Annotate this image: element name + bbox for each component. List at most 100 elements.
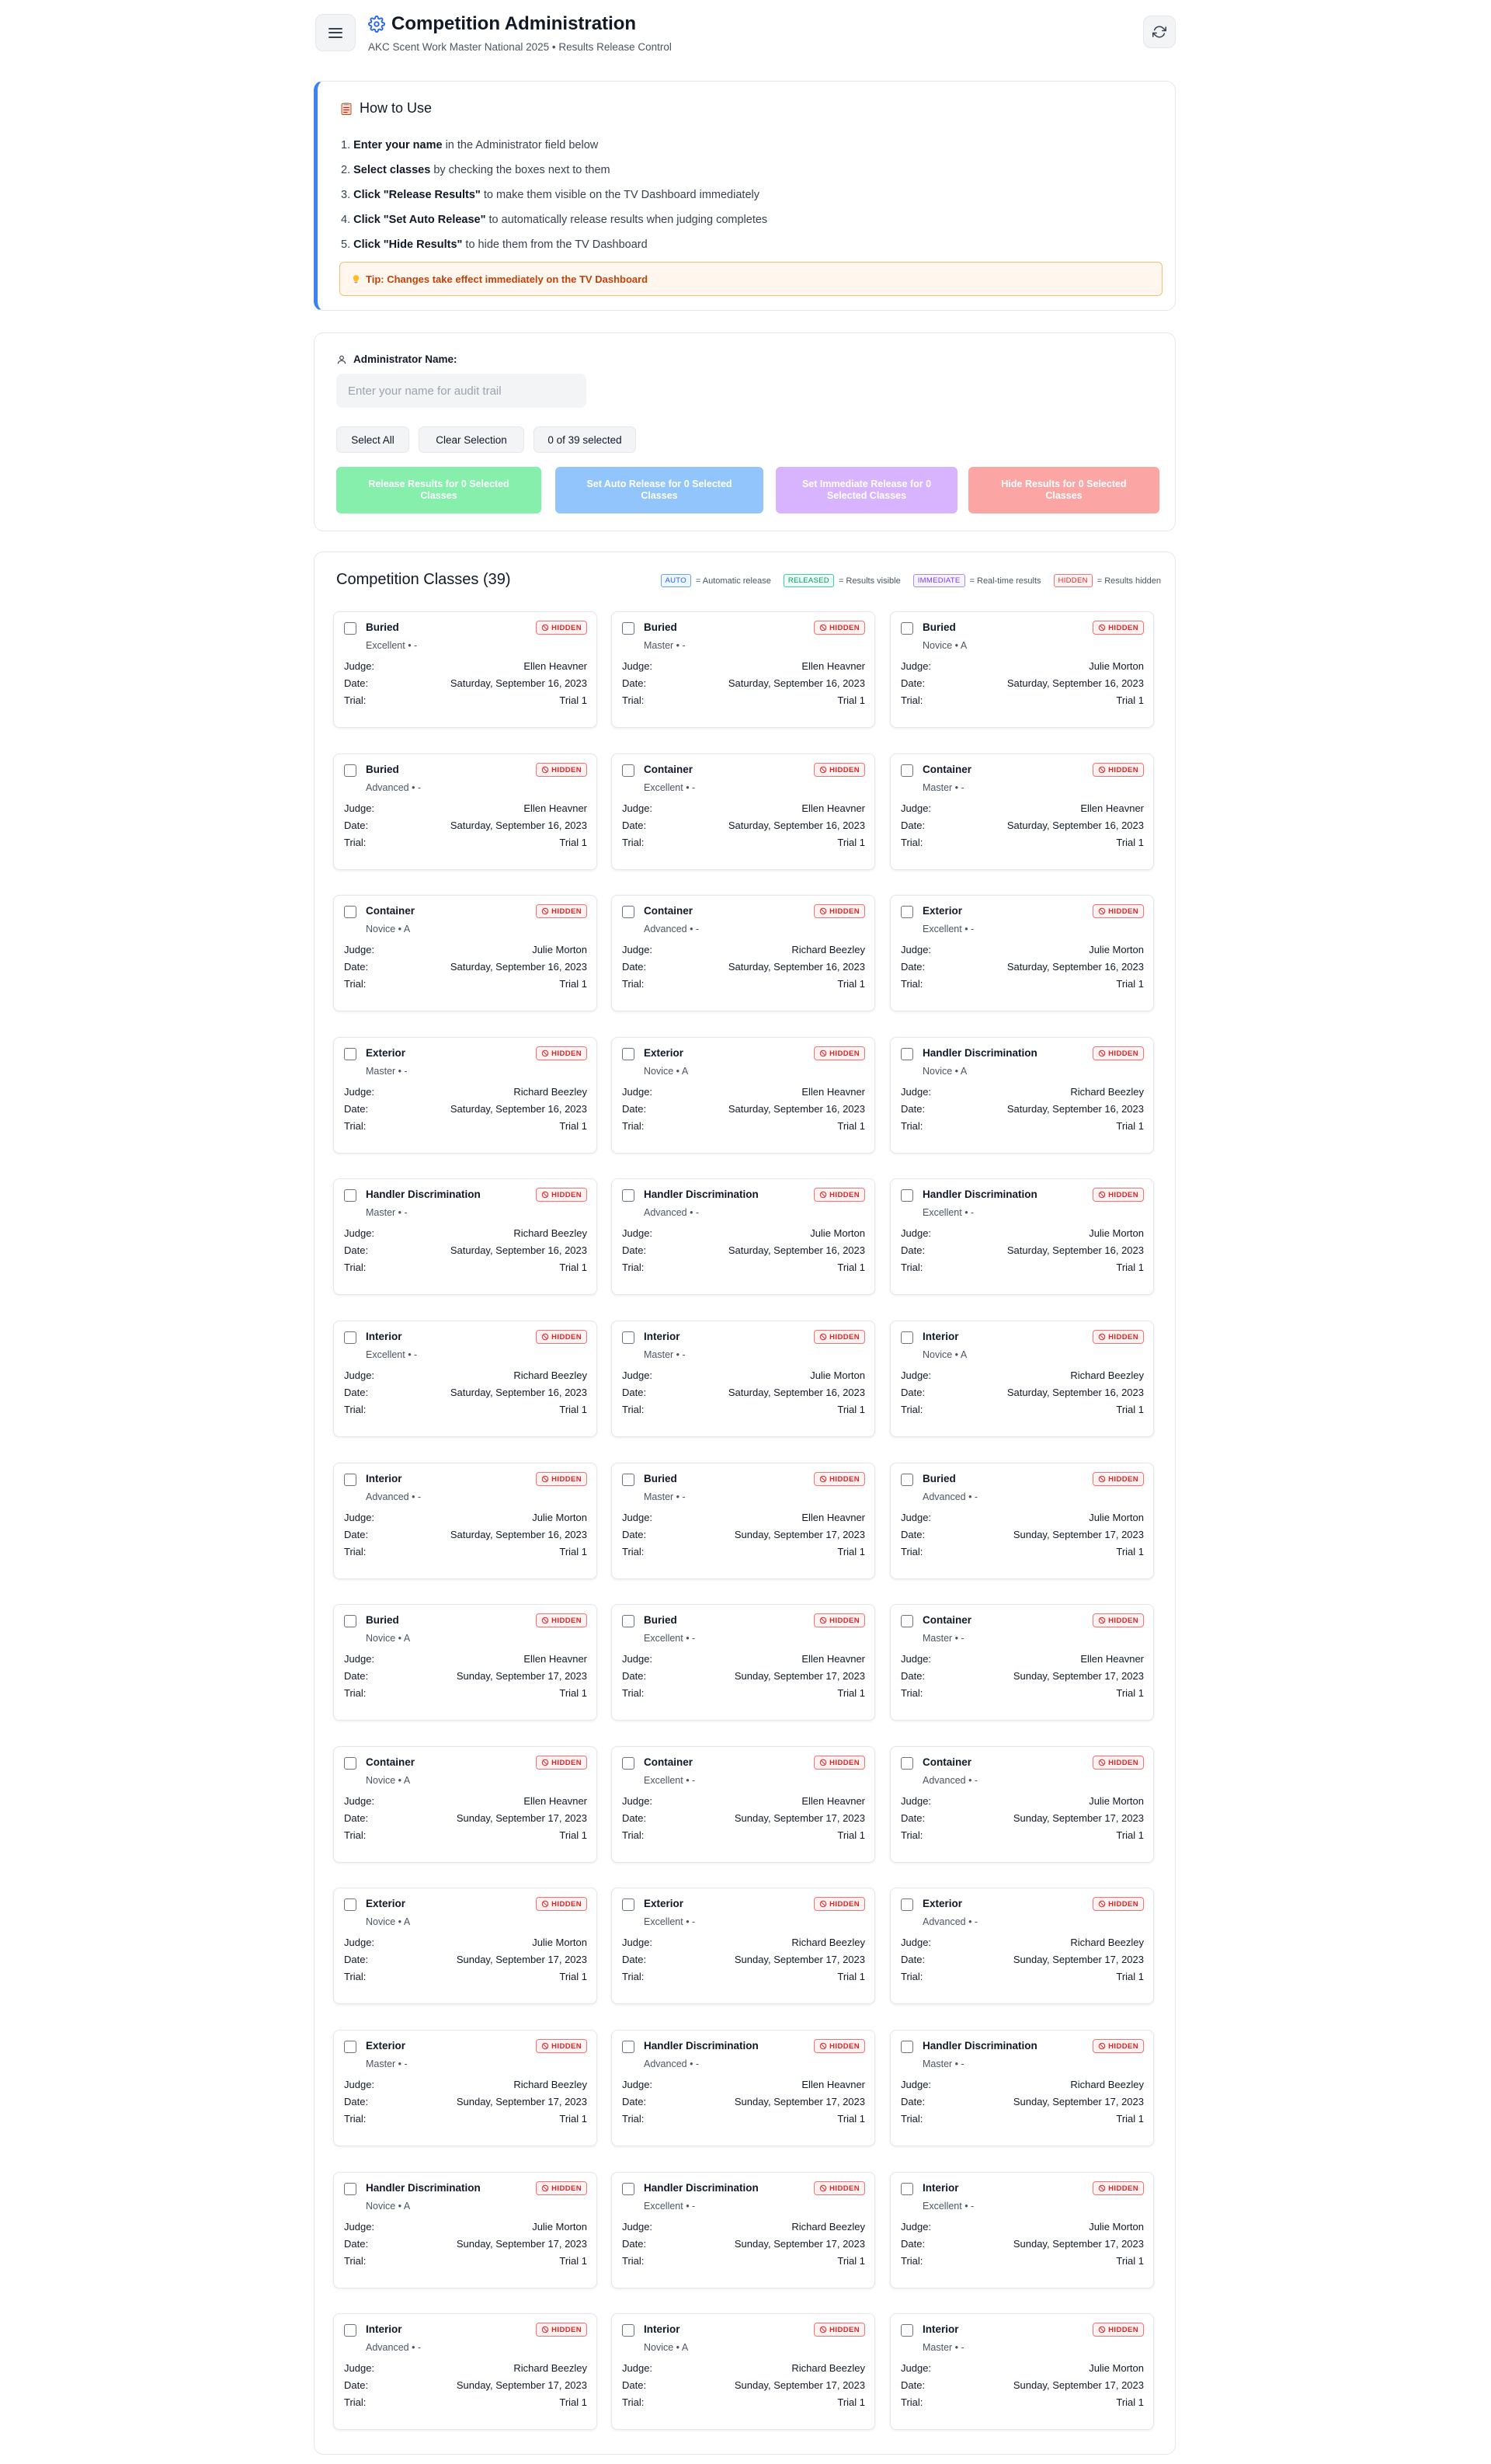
class-level: Excellent • - <box>923 2201 975 2212</box>
class-card[interactable]: Interior Master • - HIDDEN Judge: Julie Mort… <box>611 1321 875 1437</box>
class-card[interactable]: Container Master • - HIDDEN Judge: Ellen Hea… <box>890 753 1154 870</box>
class-card[interactable]: Interior Novice • A HIDDEN Judge: Richard Be… <box>611 2313 875 2430</box>
hide-results-button[interactable]: Hide Results for 0 Selected Classes <box>968 467 1159 513</box>
admin-name-input[interactable] <box>336 374 586 408</box>
class-checkbox[interactable] <box>622 1331 634 1344</box>
menu-button[interactable] <box>315 14 356 51</box>
class-checkbox[interactable] <box>344 1757 356 1770</box>
class-card[interactable]: Exterior Master • - HIDDEN Judge: Richard Be… <box>333 1037 597 1154</box>
class-card[interactable]: Exterior Master • - HIDDEN Judge: Richard Be… <box>333 2030 597 2146</box>
class-checkbox[interactable] <box>901 1474 913 1486</box>
class-card[interactable]: Container Master • - HIDDEN Judge: Ellen Hea… <box>890 1604 1154 1721</box>
class-checkbox[interactable] <box>901 1331 913 1344</box>
refresh-button[interactable] <box>1143 16 1176 48</box>
class-card[interactable]: Buried Novice • A HIDDEN Judge: Julie Morton… <box>890 611 1154 728</box>
class-checkbox[interactable] <box>901 2183 913 2195</box>
class-checkbox[interactable] <box>901 1048 913 1060</box>
class-level: Master • - <box>366 1207 408 1218</box>
class-checkbox[interactable] <box>344 2041 356 2053</box>
class-card[interactable]: Interior Master • - HIDDEN Judge: Julie Mort… <box>890 2313 1154 2430</box>
class-card[interactable]: Interior Novice • A HIDDEN Judge: Richard Be… <box>890 1321 1154 1437</box>
class-checkbox[interactable] <box>622 1898 634 1911</box>
status-text: HIDDEN <box>1108 1758 1138 1767</box>
class-card[interactable]: Container Advanced • - HIDDEN Judge: Julie M… <box>890 1746 1154 1863</box>
class-checkbox[interactable] <box>901 1898 913 1911</box>
class-card[interactable]: Buried Excellent • - HIDDEN Judge: Ellen Hea… <box>333 611 597 728</box>
class-checkbox[interactable] <box>622 1189 634 1202</box>
class-checkbox[interactable] <box>344 1474 356 1486</box>
clear-selection-button[interactable]: Clear Selection <box>419 426 524 453</box>
set-auto-release-button[interactable]: Set Auto Release for 0 Selected Classes <box>555 467 763 513</box>
class-checkbox[interactable] <box>901 1189 913 1202</box>
class-card[interactable]: Exterior Advanced • - HIDDEN Judge: Richard … <box>890 1888 1154 2004</box>
date-row: Date: Saturday, September 16, 2023 <box>344 961 587 976</box>
class-checkbox[interactable] <box>622 2183 634 2195</box>
class-checkbox[interactable] <box>901 622 913 635</box>
class-checkbox[interactable] <box>344 1048 356 1060</box>
trial-row: Trial: Trial 1 <box>622 2255 865 2271</box>
release-results-button[interactable]: Release Results for 0 Selected Classes <box>336 467 541 513</box>
class-checkbox[interactable] <box>622 1757 634 1770</box>
class-card[interactable]: Handler Discrimination Novice • A HIDDEN Ju… <box>890 1037 1154 1154</box>
class-card[interactable]: Buried Excellent • - HIDDEN Judge: Ellen Hea… <box>611 1604 875 1721</box>
class-card[interactable]: Exterior Novice • A HIDDEN Judge: Julie Mort… <box>333 1888 597 2004</box>
class-checkbox[interactable] <box>622 622 634 635</box>
class-checkbox[interactable] <box>344 764 356 777</box>
set-immediate-release-button[interactable]: Set Immediate Release for 0 Selected Cla… <box>776 467 958 513</box>
class-checkbox[interactable] <box>901 2041 913 2053</box>
class-checkbox[interactable] <box>901 1757 913 1770</box>
class-card[interactable]: Handler Discrimination Excellent • - HIDDE… <box>611 2172 875 2288</box>
status-text: HIDDEN <box>1108 1049 1138 1058</box>
eye-off-icon <box>1098 1617 1106 1624</box>
class-card[interactable]: Container Novice • A HIDDEN Judge: Ellen Hea… <box>333 1746 597 1863</box>
select-all-button[interactable]: Select All <box>336 426 409 453</box>
class-checkbox[interactable] <box>622 1615 634 1627</box>
class-card[interactable]: Buried Master • - HIDDEN Judge: Ellen Heavne… <box>611 1463 875 1579</box>
class-checkbox[interactable] <box>344 2183 356 2195</box>
class-name: Exterior <box>366 1898 406 1909</box>
class-card[interactable]: Buried Advanced • - HIDDEN Judge: Ellen Heav… <box>333 753 597 870</box>
class-card[interactable]: Handler Discrimination Advanced • - HIDDEN… <box>611 2030 875 2146</box>
date-row: Date: Saturday, September 16, 2023 <box>901 677 1144 693</box>
date-row: Date: Sunday, September 17, 2023 <box>901 2238 1144 2253</box>
class-checkbox[interactable] <box>344 906 356 918</box>
class-checkbox[interactable] <box>344 1898 356 1911</box>
class-card[interactable]: Handler Discrimination Advanced • - HIDDEN… <box>611 1178 875 1295</box>
class-card[interactable]: Exterior Excellent • - HIDDEN Judge: Richard… <box>611 1888 875 2004</box>
class-card[interactable]: Interior Advanced • - HIDDEN Judge: Richard … <box>333 2313 597 2430</box>
class-card[interactable]: Container Novice • A HIDDEN Judge: Julie Mor… <box>333 895 597 1011</box>
class-card[interactable]: Buried Master • - HIDDEN Judge: Ellen Heavne… <box>611 611 875 728</box>
class-card[interactable]: Exterior Excellent • - HIDDEN Judge: Julie M… <box>890 895 1154 1011</box>
class-checkbox[interactable] <box>622 1474 634 1486</box>
class-card[interactable]: Handler Discrimination Novice • A HIDDEN Ju… <box>333 2172 597 2288</box>
class-card[interactable]: Interior Advanced • - HIDDEN Judge: Julie Mo… <box>333 1463 597 1579</box>
class-card[interactable]: Buried Advanced • - HIDDEN Judge: Julie Mort… <box>890 1463 1154 1579</box>
class-checkbox[interactable] <box>901 906 913 918</box>
class-checkbox[interactable] <box>344 1615 356 1627</box>
class-card[interactable]: Interior Excellent • - HIDDEN Judge: Julie M… <box>890 2172 1154 2288</box>
class-card[interactable]: Handler Discrimination Master • - HIDDEN Ju… <box>333 1178 597 1295</box>
date-row: Date: Saturday, September 16, 2023 <box>901 1103 1144 1119</box>
class-card[interactable]: Container Excellent • - HIDDEN Judge: Ellen … <box>611 753 875 870</box>
class-card[interactable]: Interior Excellent • - HIDDEN Judge: Richard… <box>333 1321 597 1437</box>
class-checkbox[interactable] <box>622 764 634 777</box>
class-card[interactable]: Container Advanced • - HIDDEN Judge: Richard… <box>611 895 875 1011</box>
trial-label: Trial: <box>901 1687 923 1699</box>
class-card[interactable]: Handler Discrimination Master • - HIDDEN Ju… <box>890 2030 1154 2146</box>
class-checkbox[interactable] <box>901 2324 913 2337</box>
class-checkbox[interactable] <box>344 1331 356 1344</box>
class-checkbox[interactable] <box>901 764 913 777</box>
class-checkbox[interactable] <box>622 1048 634 1060</box>
tip-text: Tip: Changes take effect immediately on … <box>366 273 648 285</box>
class-card[interactable]: Container Excellent • - HIDDEN Judge: Ellen … <box>611 1746 875 1863</box>
class-checkbox[interactable] <box>901 1615 913 1627</box>
class-checkbox[interactable] <box>344 2324 356 2337</box>
class-checkbox[interactable] <box>344 1189 356 1202</box>
class-checkbox[interactable] <box>622 906 634 918</box>
class-card[interactable]: Buried Novice • A HIDDEN Judge: Ellen Heavne… <box>333 1604 597 1721</box>
class-checkbox[interactable] <box>622 2324 634 2337</box>
class-checkbox[interactable] <box>622 2041 634 2053</box>
class-card[interactable]: Exterior Novice • A HIDDEN Judge: Ellen Heav… <box>611 1037 875 1154</box>
class-checkbox[interactable] <box>344 622 356 635</box>
class-card[interactable]: Handler Discrimination Excellent • - HIDDE… <box>890 1178 1154 1295</box>
